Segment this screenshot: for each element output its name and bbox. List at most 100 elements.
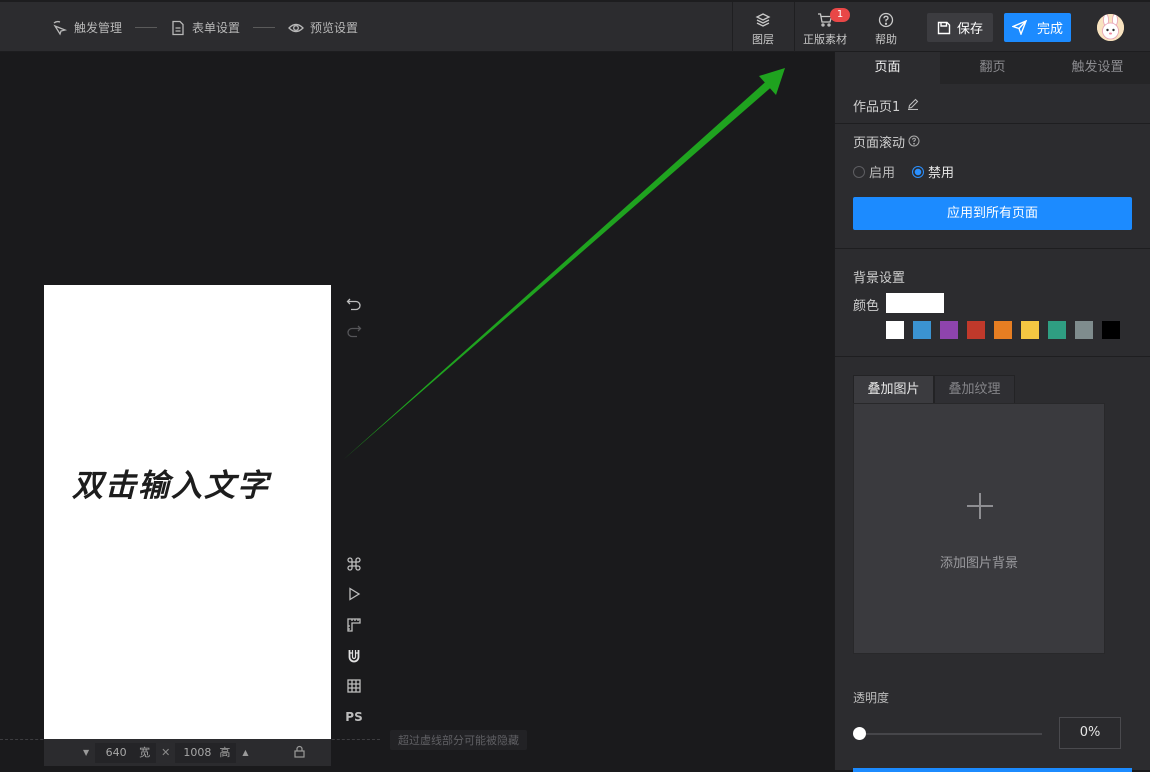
info-icon[interactable]: [908, 135, 920, 147]
radio-disable-label: 禁用: [928, 166, 955, 181]
top-toolbar: 触发管理 表单设置 预览设置 图层 正版素材 1 帮助 保存 完成: [0, 0, 1150, 52]
licensed-assets-button[interactable]: 正版素材 1: [795, 8, 855, 47]
panel-tabs: 页面 翻页 触发设置: [835, 52, 1150, 84]
magnet-snap-button[interactable]: [343, 645, 365, 667]
background-settings-title: 背景设置: [853, 271, 906, 286]
cart-badge: 1: [830, 8, 850, 22]
color-swatch[interactable]: [1075, 321, 1093, 339]
plus-icon: [967, 493, 993, 519]
step-nav: 触发管理 表单设置 预览设置: [52, 19, 358, 36]
add-image-background-label: 添加图片背景: [939, 556, 1018, 571]
help-icon: [878, 12, 894, 28]
grid-icon: [347, 679, 361, 693]
step-label: 表单设置: [192, 21, 241, 35]
hidden-area-hint: 超过虚线部分可能被隐藏: [390, 730, 527, 750]
step-trigger-management[interactable]: 触发管理: [52, 19, 122, 36]
edit-icon[interactable]: [907, 98, 919, 110]
done-label: 完成: [1036, 22, 1063, 37]
play-icon: [349, 587, 361, 601]
color-swatch[interactable]: [967, 321, 985, 339]
color-swatch[interactable]: [913, 321, 931, 339]
licensed-assets-label: 正版素材: [803, 33, 847, 46]
color-swatch[interactable]: [1048, 321, 1066, 339]
layers-icon: [755, 13, 771, 27]
properties-panel: 页面 翻页 触发设置 作品页1 页面滚动 启用 禁用 应用到所有页面 背景设置 …: [834, 52, 1150, 772]
save-icon: [937, 21, 951, 34]
eye-icon: [288, 23, 304, 32]
tab-overlay-image[interactable]: 叠加图片: [853, 375, 934, 403]
grid-button[interactable]: [343, 675, 365, 697]
apply-to-all-pages-button[interactable]: 应用到所有页面: [853, 197, 1132, 230]
step-divider: [253, 27, 276, 28]
section-divider: [835, 356, 1150, 357]
redo-button[interactable]: [343, 319, 365, 341]
height-input[interactable]: 1008: [175, 742, 218, 763]
layers-button[interactable]: 图层: [733, 12, 793, 47]
width-unit-label: 宽: [137, 742, 157, 763]
cursor-click-icon: [53, 20, 68, 36]
tab-overlay-texture[interactable]: 叠加纹理: [934, 375, 1015, 403]
step-divider: [135, 27, 158, 28]
color-picker[interactable]: [886, 293, 944, 313]
add-image-background-area[interactable]: 添加图片背景: [853, 403, 1105, 654]
done-button[interactable]: 完成: [1004, 13, 1071, 42]
radio-enable-label: 启用: [869, 166, 896, 181]
magnet-icon: [348, 650, 360, 663]
section-divider: [835, 123, 1150, 124]
page-name: 作品页1: [853, 100, 901, 115]
undo-button[interactable]: [343, 292, 365, 314]
radio-circle: [853, 165, 865, 178]
width-dropdown-icon[interactable]: ▼: [83, 748, 89, 757]
lock-ratio-icon[interactable]: [293, 745, 306, 761]
play-preview-button[interactable]: [343, 583, 365, 605]
command-icon: [347, 557, 361, 571]
page-text-element[interactable]: 双击输入文字: [72, 460, 270, 505]
redo-icon: [347, 325, 362, 338]
page-scroll-label: 页面滚动: [853, 136, 906, 151]
radio-disable[interactable]: 禁用: [912, 162, 954, 181]
help-button[interactable]: 帮助: [856, 12, 916, 47]
background-tabs: 叠加图片 叠加纹理: [853, 375, 1015, 403]
save-button[interactable]: 保存: [927, 13, 993, 42]
section-divider: [835, 248, 1150, 249]
times-icon: ✕: [161, 746, 171, 759]
color-swatch[interactable]: [1021, 321, 1039, 339]
user-avatar[interactable]: [1097, 14, 1124, 41]
ruler-icon: [347, 618, 361, 632]
height-unit-label: 高: [217, 742, 237, 763]
opacity-slider-track[interactable]: [859, 733, 1042, 735]
tab-trigger-settings[interactable]: 触发设置: [1045, 52, 1150, 84]
color-swatch[interactable]: [886, 321, 904, 339]
opacity-label: 透明度: [853, 691, 890, 705]
height-stepper-icon[interactable]: ▲: [242, 748, 248, 757]
opacity-slider-thumb[interactable]: [853, 727, 866, 740]
width-input[interactable]: 640: [95, 742, 138, 763]
tab-page-turn[interactable]: 翻页: [940, 52, 1045, 84]
tab-page[interactable]: 页面: [835, 52, 940, 84]
ruler-button[interactable]: [343, 614, 365, 636]
step-label: 预览设置: [310, 21, 359, 35]
opacity-input[interactable]: 0%: [1059, 717, 1121, 749]
editable-page[interactable]: 双击输入文字: [44, 285, 331, 739]
save-label: 保存: [956, 22, 983, 37]
page-size-bar: ▼ 640 宽 ✕ 1008 高 ▲: [44, 739, 331, 766]
undo-icon: [346, 298, 361, 311]
canvas-area: 双击输入文字 PS 超过虚线部分可能被隐藏 ▼ 640 宽 ✕ 1008 高 ▲: [0, 52, 834, 770]
step-label: 触发管理: [74, 21, 123, 35]
ps-import-button[interactable]: PS: [343, 706, 365, 728]
avatar-image: [1097, 14, 1124, 41]
layers-label: 图层: [752, 33, 774, 46]
color-swatch[interactable]: [940, 321, 958, 339]
step-form-settings[interactable]: 表单设置: [170, 19, 240, 36]
shortcuts-button[interactable]: [343, 553, 365, 575]
radio-circle-selected: [912, 165, 924, 178]
help-label: 帮助: [875, 33, 897, 46]
step-preview-settings[interactable]: 预览设置: [288, 19, 358, 36]
color-swatch[interactable]: [994, 321, 1012, 339]
send-icon: [1011, 20, 1027, 35]
color-label: 颜色: [853, 299, 880, 314]
radio-enable[interactable]: 启用: [853, 162, 895, 181]
document-icon: [172, 20, 184, 35]
color-swatch[interactable]: [1102, 321, 1120, 339]
bottom-action-button[interactable]: [853, 768, 1132, 772]
